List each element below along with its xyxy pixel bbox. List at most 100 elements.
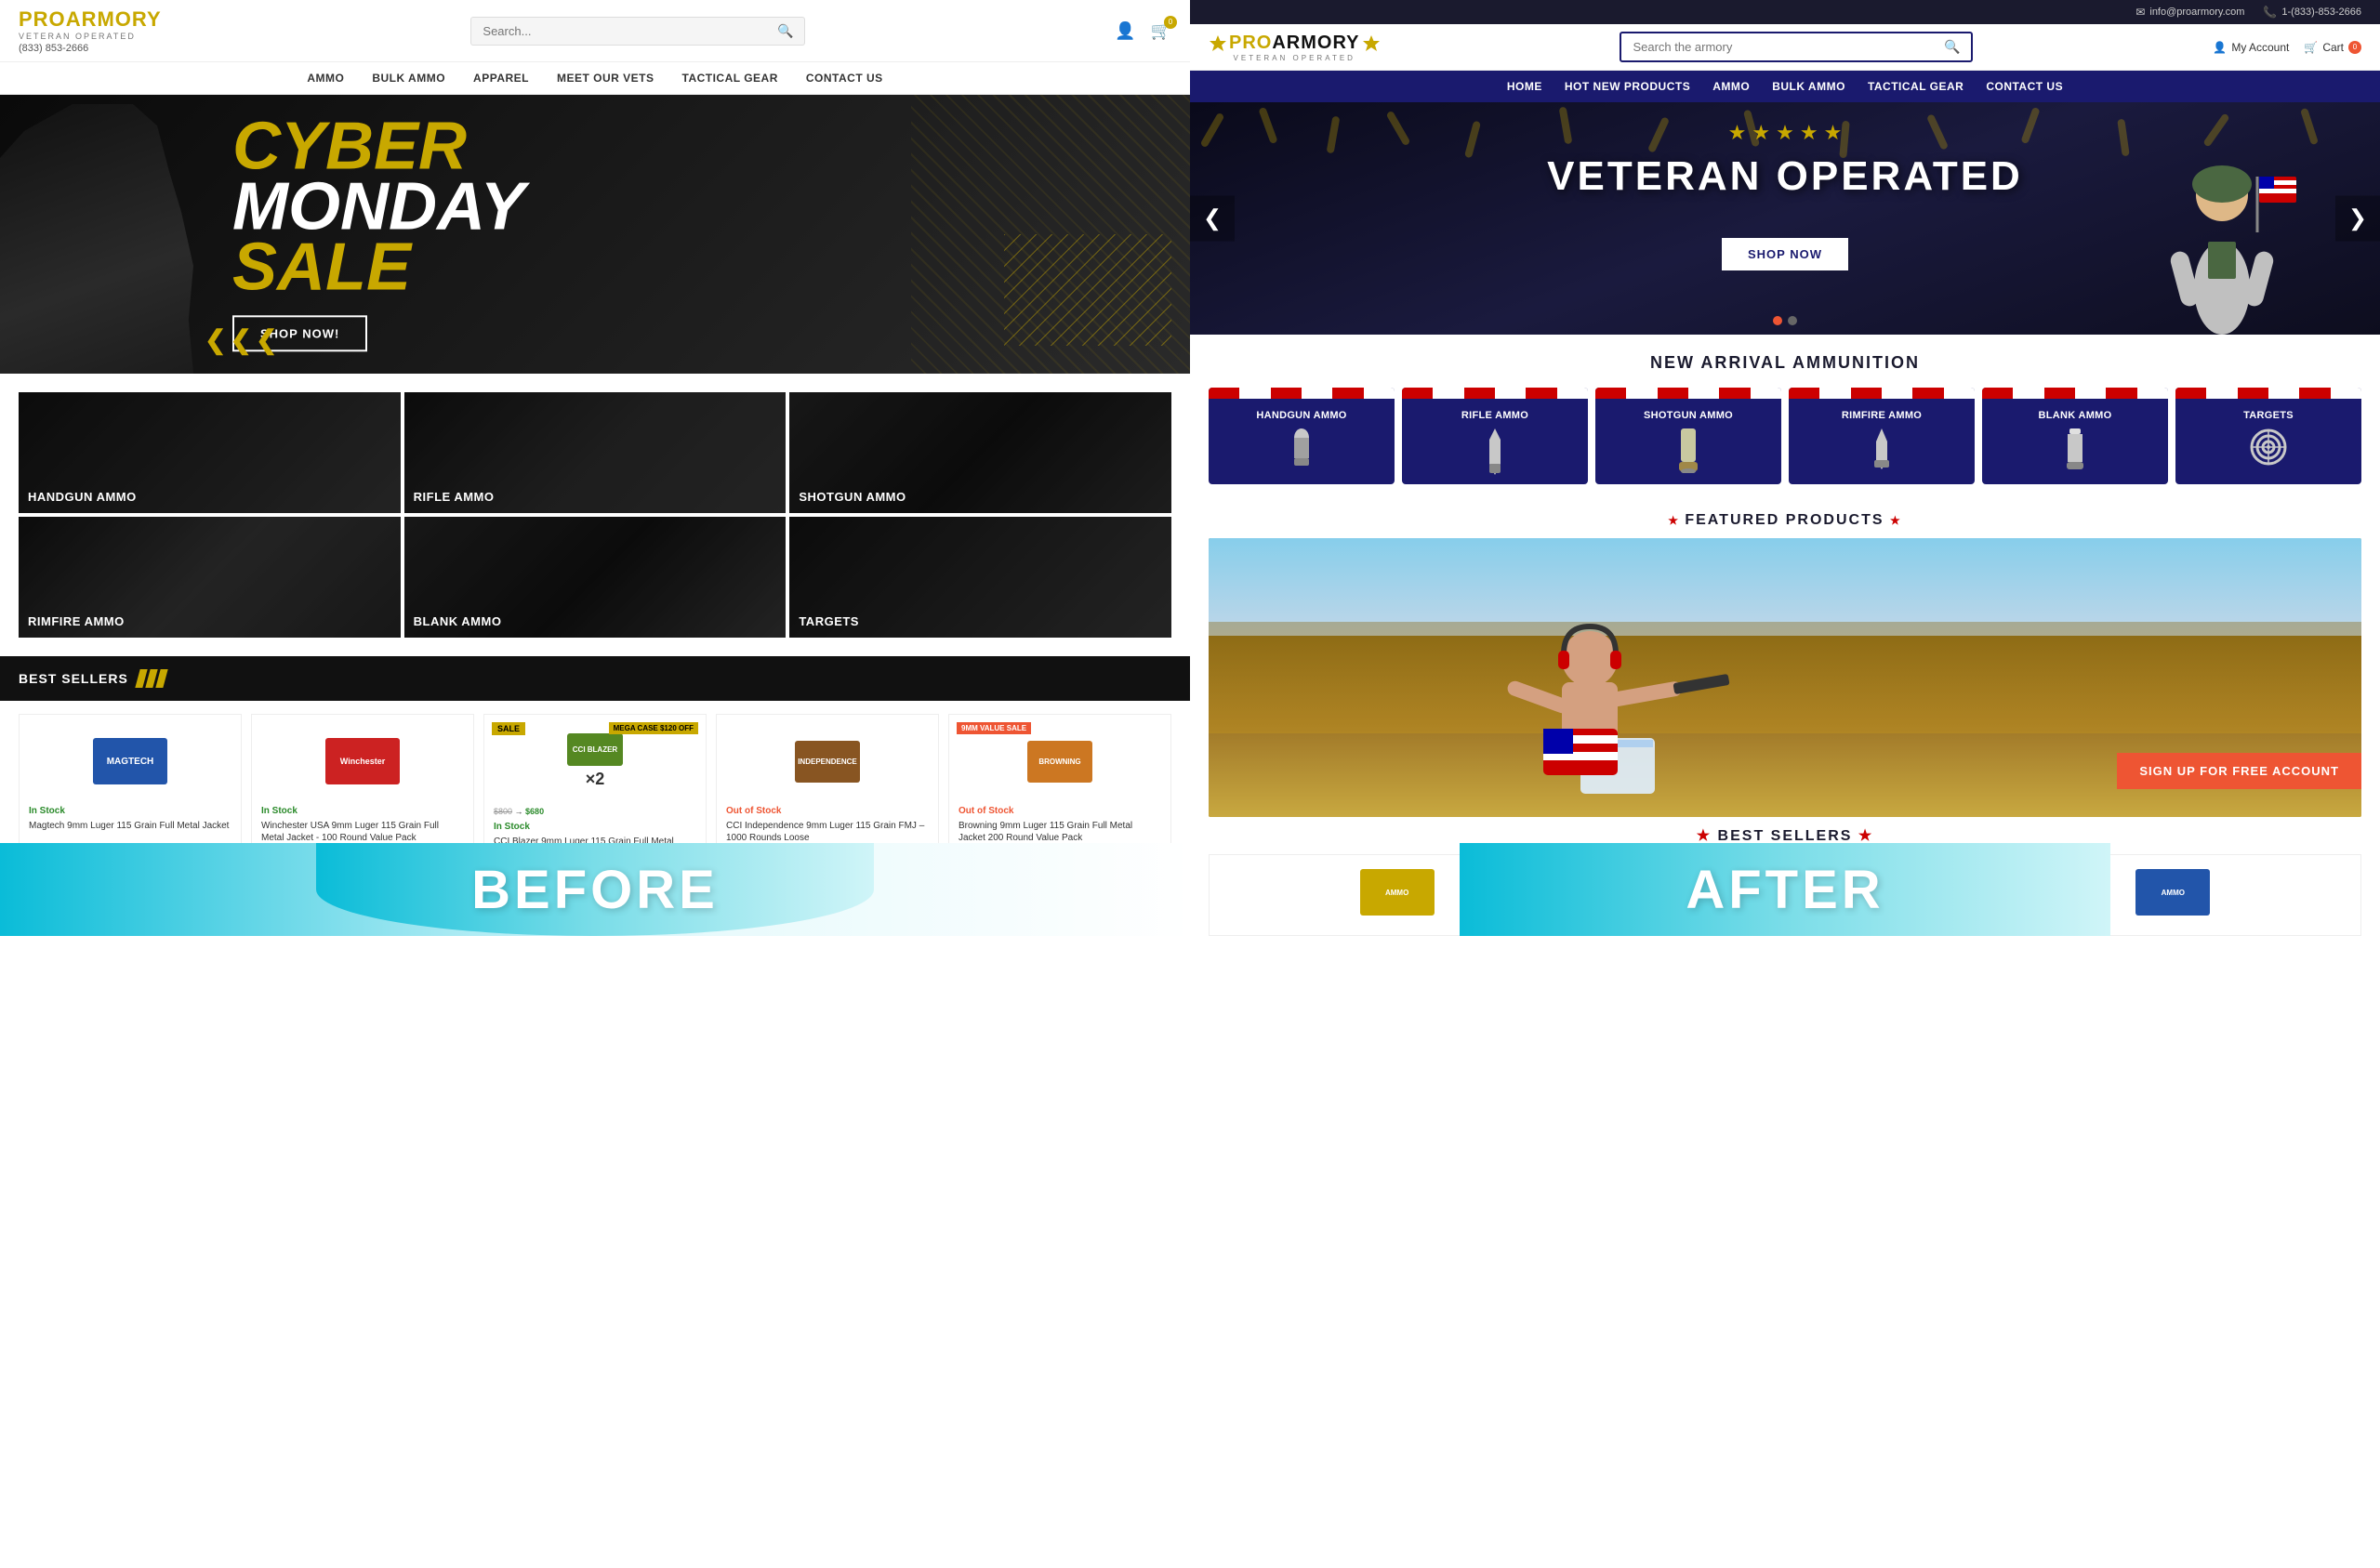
ammo-cat-rifle-flag	[1402, 388, 1588, 399]
product-cci-status: In Stock	[494, 822, 696, 832]
right-account-button[interactable]: 👤 My Account	[2213, 41, 2289, 54]
targets-label: TARGETS	[799, 614, 859, 628]
hero-arrow-2: ❮	[230, 324, 251, 355]
ammo-cat-handgun-label: HANDGUN AMMO	[1256, 410, 1346, 421]
hero-veteran-title: VETERAN OPERATED	[1547, 153, 2023, 200]
magtech-img-label: MAGTECH	[107, 757, 154, 767]
left-cart-icon[interactable]: 🛒 0	[1151, 21, 1171, 41]
right-search-icon[interactable]: 🔍	[1944, 39, 1960, 55]
hero-line3: SALE	[232, 237, 525, 297]
left-nav-tactical[interactable]: TACTICAL GEAR	[682, 72, 778, 85]
after-label-container: AFTER	[1460, 843, 2110, 936]
shooter-svg	[1488, 608, 1748, 794]
right-search-bar[interactable]: 🔍	[1620, 32, 1973, 62]
right-cart-button[interactable]: 🛒 Cart 0	[2304, 41, 2361, 54]
right-nav-bulk-ammo[interactable]: BULK AMMO	[1772, 80, 1845, 93]
logo-armory: ARMORY	[66, 7, 162, 31]
left-nav-contact[interactable]: CONTACT US	[806, 72, 883, 85]
ammo-cat-handgun[interactable]: HANDGUN AMMO	[1209, 388, 1395, 484]
rimfire-overlay: RIMFIRE AMMO	[19, 517, 401, 638]
flag-f6	[1557, 388, 1588, 399]
hero-star-5: ★	[1824, 121, 1843, 145]
shotgun-shell-icon	[1677, 428, 1699, 473]
flag-f5	[1332, 388, 1363, 399]
category-rimfire[interactable]: RIMFIRE AMMO	[19, 517, 401, 638]
flag-f2	[2013, 388, 2043, 399]
category-shotgun[interactable]: SHOTGUN AMMO	[789, 392, 1171, 513]
right-nav: HOME HOT NEW PRODUCTS AMMO BULK AMMO TAC…	[1190, 71, 2380, 102]
right-nav-contact[interactable]: CONTACT US	[1986, 80, 2063, 93]
hero-line1: CYBER	[232, 116, 525, 177]
category-handgun[interactable]: HANDGUN AMMO	[19, 392, 401, 513]
hero-prev-button[interactable]: ❮	[1190, 196, 1235, 242]
bestsellers-decoration	[138, 669, 165, 688]
left-nav-apparel[interactable]: APPAREL	[473, 72, 529, 85]
left-search-input[interactable]	[483, 24, 777, 38]
ammo-cat-rimfire[interactable]: RIMFIRE AMMO	[1789, 388, 1975, 484]
ammo-cat-shotgun[interactable]: SHOTGUN AMMO	[1595, 388, 1781, 484]
right-logo-sub: VETERAN OPERATED	[1234, 54, 1355, 62]
hero-star-3: ★	[1776, 121, 1794, 145]
left-logo: PROARMORY VETERAN OPERATED (833) 853-266…	[19, 7, 162, 54]
ammo-cat-targets[interactable]: TARGETS	[2175, 388, 2361, 484]
hero-next-button[interactable]: ❯	[2335, 196, 2380, 242]
left-nav-ammo[interactable]: AMMO	[307, 72, 344, 85]
flag-f2	[1433, 388, 1463, 399]
hero-stars-row: ★ ★ ★ ★ ★	[1728, 121, 1843, 145]
ammo-cat-blank-flag	[1982, 388, 2168, 399]
left-categories-grid: HANDGUN AMMO RIFLE AMMO SHOTGUN AMMO RIM…	[0, 374, 1190, 656]
flag-f6	[1751, 388, 1781, 399]
ammo-cat-rifle-label: RIFLE AMMO	[1461, 410, 1528, 421]
category-rifle[interactable]: RIFLE AMMO	[404, 392, 787, 513]
category-blank[interactable]: BLANK AMMO	[404, 517, 787, 638]
left-search-bar[interactable]: 🔍	[470, 17, 805, 46]
right-logo-stars-row: PROARMORY	[1209, 33, 1381, 54]
sign-up-button[interactable]: SIGN UP FOR FREE ACCOUNT	[2117, 753, 2361, 789]
before-label-section: BEFORE	[0, 843, 1190, 936]
cart-label: Cart	[2322, 41, 2344, 54]
new-arrival-section: NEW ARRIVAL AMMUNITION HANDGUN AMMO	[1190, 335, 2380, 503]
right-nav-home[interactable]: HOME	[1507, 80, 1542, 93]
right-shop-now-button[interactable]: SHOP NOW	[1722, 238, 1848, 270]
mega-case-badge: MEGA CASE $120 OFF	[609, 722, 698, 734]
ammo-cat-rifle[interactable]: RIFLE AMMO	[1402, 388, 1588, 484]
flag-f2	[1626, 388, 1657, 399]
hero-diagonal-lines	[1004, 234, 1171, 346]
ammo-cat-blank[interactable]: BLANK AMMO	[1982, 388, 2168, 484]
hero-right-decoration	[1004, 95, 1190, 374]
flag-f1	[1209, 388, 1239, 399]
left-star-icon	[1209, 33, 1227, 52]
magtech-img-box: MAGTECH	[93, 738, 167, 784]
phone-icon: 📞	[2263, 6, 2277, 19]
shotgun-overlay: SHOTGUN AMMO	[789, 392, 1171, 513]
topbar-phone-text: 1-(833)-853-2666	[2281, 7, 2361, 18]
left-nav: AMMO BULK AMMO APPAREL MEET OUR VETS TAC…	[0, 62, 1190, 95]
ammo-cat-targets-content: TARGETS	[2175, 399, 2361, 475]
flag-f5	[1719, 388, 1750, 399]
rifle-overlay: RIFLE AMMO	[404, 392, 787, 513]
right-nav-ammo[interactable]: AMMO	[1712, 80, 1750, 93]
featured-title-text: FEATURED PRODUCTS	[1685, 512, 1884, 528]
hero-arrow-1: ❮	[205, 324, 226, 355]
featured-star-right: ★	[1890, 514, 1902, 527]
right-nav-tactical[interactable]: TACTICAL GEAR	[1868, 80, 1964, 93]
flag-f3	[1851, 388, 1882, 399]
ammo-categories-grid: HANDGUN AMMO RIFLE AMMO	[1209, 388, 2361, 484]
after-text: AFTER	[1686, 859, 1884, 921]
category-targets[interactable]: TARGETS	[789, 517, 1171, 638]
right-logo-pro: PRO	[1229, 33, 1272, 53]
flag-f3	[1271, 388, 1302, 399]
product-cci-img: CCI BLAZER ×2	[494, 724, 696, 798]
browning-sale-badge: 9MM VALUE SALE	[957, 722, 1031, 734]
left-nav-meet-vets[interactable]: MEET OUR VETS	[557, 72, 654, 85]
left-account-icon[interactable]: 👤	[1115, 21, 1135, 41]
right-nav-hot-products[interactable]: HOT NEW PRODUCTS	[1565, 80, 1690, 93]
product-magtech-status: In Stock	[29, 806, 231, 816]
ammo-cat-rifle-content: RIFLE AMMO	[1402, 399, 1588, 484]
hero-dot-2[interactable]	[1788, 316, 1797, 325]
right-logo-area: PROARMORY VETERAN OPERATED	[1209, 33, 1381, 62]
right-search-input[interactable]	[1633, 40, 1944, 54]
hero-dot-1[interactable]	[1773, 316, 1782, 325]
hero-star-4: ★	[1800, 121, 1818, 145]
left-nav-bulk-ammo[interactable]: BULK AMMO	[372, 72, 445, 85]
